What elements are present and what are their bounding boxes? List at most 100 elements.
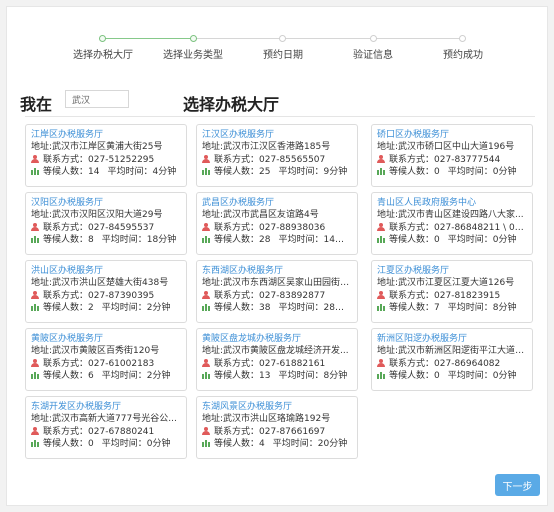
hall-name[interactable]: 汉阳区办税服务厅 bbox=[31, 197, 181, 209]
step-2-indicator bbox=[190, 35, 197, 42]
hall-avg: 0分钟 bbox=[492, 235, 517, 245]
hall-name[interactable]: 武昌区办税服务厅 bbox=[202, 197, 352, 209]
address-label: 地址: bbox=[202, 346, 224, 356]
hall-name[interactable]: 江岸区办税服务厅 bbox=[31, 129, 181, 141]
hall-card[interactable]: 黄陂区盘龙城办税服务厅 地址:武汉市黄陂区盘龙城经济开发... 联系方式：027… bbox=[196, 328, 358, 391]
hall-contact: 联系方式：027-86964082 bbox=[377, 358, 527, 371]
hall-waiting: 0 bbox=[434, 167, 440, 177]
hall-card[interactable]: 江岸区办税服务厅 地址:武汉市江岸区黄浦大街25号 联系方式：027-51252… bbox=[25, 124, 187, 187]
hall-avg-label: 平均时间： bbox=[101, 235, 147, 245]
address-label: 地址: bbox=[31, 210, 53, 220]
hall-waiting-label: 等候人数： bbox=[43, 167, 89, 177]
hall-waiting-label: 等候人数： bbox=[389, 167, 435, 177]
hall-phone: 027-86848211 \ 02... bbox=[434, 222, 527, 233]
hall-address: 地址:武汉市洪山区珞瑜路192号 bbox=[202, 413, 352, 426]
hall-avg-label: 平均时间： bbox=[101, 303, 147, 313]
hall-address: 地址:武汉市黄陂区百秀街120号 bbox=[31, 345, 181, 358]
hall-avg: 8分钟 bbox=[323, 371, 348, 381]
hall-contact-label: 联系方式： bbox=[43, 426, 89, 437]
hall-address: 地址:武汉市青山区建设四路八大家... bbox=[377, 209, 527, 222]
hall-phone: 027-83892877 bbox=[259, 290, 326, 301]
hall-name[interactable]: 黄陂区办税服务厅 bbox=[31, 333, 181, 345]
hall-avg-label: 平均时间： bbox=[278, 235, 324, 245]
hall-queue: 等候人数：38 平均时间：28分... bbox=[202, 302, 352, 315]
hall-waiting: 0 bbox=[434, 371, 440, 381]
hall-card[interactable]: 江汉区办税服务厅 地址:武汉市江汉区香港路185号 联系方式：027-85565… bbox=[196, 124, 358, 187]
hall-avg: 2分钟 bbox=[146, 303, 171, 313]
hall-contact: 联系方式：027-85565507 bbox=[202, 154, 352, 167]
hall-name[interactable]: 硚口区办税服务厅 bbox=[377, 129, 527, 141]
hall-address: 地址:武汉市江汉区香港路185号 bbox=[202, 141, 352, 154]
queue-icon bbox=[202, 371, 211, 379]
hall-name[interactable]: 洪山区办税服务厅 bbox=[31, 265, 181, 277]
hall-card[interactable]: 汉阳区办税服务厅 地址:武汉市汉阳区汉阳大道29号 联系方式：027-84595… bbox=[25, 192, 187, 255]
hall-name[interactable]: 东湖开发区办税服务厅 bbox=[31, 401, 181, 413]
hall-queue: 等候人数：28 平均时间：14分... bbox=[202, 234, 352, 247]
hall-card[interactable]: 江夏区办税服务厅 地址:武汉市江夏区江夏大道126号 联系方式：027-8182… bbox=[371, 260, 533, 323]
hall-name[interactable]: 新洲区阳逻办税服务厅 bbox=[377, 333, 527, 345]
hall-contact: 联系方式：027-86848211 \ 02... bbox=[377, 222, 527, 235]
hall-addr: 武汉市江夏区江夏大道126号 bbox=[398, 278, 515, 288]
hall-card[interactable]: 东西湖区办税服务厅 地址:武汉市东西湖区吴家山田园街1... 联系方式：027-… bbox=[196, 260, 358, 323]
address-label: 地址: bbox=[377, 210, 399, 220]
step-4-indicator bbox=[370, 35, 377, 42]
hall-queue: 等候人数：0 平均时间：0分钟 bbox=[31, 438, 181, 451]
hall-card[interactable]: 硚口区办税服务厅 地址:武汉市硚口区中山大道196号 联系方式：027-8377… bbox=[371, 124, 533, 187]
step-5-indicator bbox=[459, 35, 466, 42]
hall-name[interactable]: 江夏区办税服务厅 bbox=[377, 265, 527, 277]
hall-name[interactable]: 黄陂区盘龙城办税服务厅 bbox=[202, 333, 352, 345]
location-input[interactable] bbox=[65, 90, 129, 108]
address-label: 地址: bbox=[377, 142, 399, 152]
hall-card[interactable]: 黄陂区办税服务厅 地址:武汉市黄陂区百秀街120号 联系方式：027-61002… bbox=[25, 328, 187, 391]
hall-address: 地址:武汉市硚口区中山大道196号 bbox=[377, 141, 527, 154]
hall-queue: 等候人数：14 平均时间：4分钟 bbox=[31, 166, 181, 179]
hall-avg-label: 平均时间： bbox=[101, 439, 147, 449]
hall-card[interactable]: 新洲区阳逻办税服务厅 地址:武汉市新洲区阳逻街平江大道8... 联系方式：027… bbox=[371, 328, 533, 391]
hall-avg-label: 平均时间： bbox=[278, 167, 324, 177]
hall-queue: 等候人数：8 平均时间：18分钟 bbox=[31, 234, 181, 247]
hall-card[interactable]: 青山区人民政府服务中心 地址:武汉市青山区建设四路八大家... 联系方式：027… bbox=[371, 192, 533, 255]
hall-contact: 联系方式：027-83777544 bbox=[377, 154, 527, 167]
hall-contact: 联系方式：027-61882161 bbox=[202, 358, 352, 371]
hall-phone: 027-51252295 bbox=[88, 154, 155, 165]
hall-card[interactable]: 洪山区办税服务厅 地址:武汉市洪山区楚雄大街438号 联系方式：027-8739… bbox=[25, 260, 187, 323]
address-label: 地址: bbox=[202, 278, 224, 288]
queue-icon bbox=[202, 167, 211, 175]
hall-avg-label: 平均时间： bbox=[107, 167, 153, 177]
hall-addr: 武汉市高新大道777号光谷公... bbox=[52, 414, 177, 424]
hall-avg: 18分钟 bbox=[146, 235, 177, 245]
step-1-label: 选择办税大厅 bbox=[73, 50, 133, 61]
hall-card[interactable]: 武昌区办税服务厅 地址:武汉市武昌区友谊路4号 联系方式：027-8893803… bbox=[196, 192, 358, 255]
hall-waiting: 25 bbox=[259, 167, 271, 177]
queue-icon bbox=[31, 439, 40, 447]
hall-contact-label: 联系方式： bbox=[214, 154, 260, 165]
hall-contact-label: 联系方式： bbox=[389, 290, 435, 301]
hall-avg: 0分钟 bbox=[492, 371, 517, 381]
page-title: 选择办税大厅 bbox=[183, 95, 280, 114]
hall-addr: 武汉市硚口区中山大道196号 bbox=[398, 142, 515, 152]
hall-name[interactable]: 江汉区办税服务厅 bbox=[202, 129, 352, 141]
hall-queue: 等候人数：0 平均时间：0分钟 bbox=[377, 234, 527, 247]
hall-phone: 027-87390395 bbox=[88, 290, 155, 301]
person-icon bbox=[377, 154, 386, 163]
hall-card[interactable]: 东湖风景区办税服务厅 地址:武汉市洪山区珞瑜路192号 联系方式：027-876… bbox=[196, 396, 358, 459]
hall-queue: 等候人数：7 平均时间：8分钟 bbox=[377, 302, 527, 315]
hall-avg: 8分钟 bbox=[492, 303, 517, 313]
hall-contact: 联系方式：027-84595537 bbox=[31, 222, 181, 235]
booking-panel: 选择办税大厅 选择业务类型 预约日期 验证信息 预约成功 我在 选择办税大厅 江… bbox=[6, 6, 548, 506]
queue-icon bbox=[31, 167, 40, 175]
hall-waiting-label: 等候人数： bbox=[214, 303, 260, 313]
hall-name[interactable]: 东西湖区办税服务厅 bbox=[202, 265, 352, 277]
next-step-button[interactable]: 下一步 bbox=[495, 474, 540, 496]
hall-addr: 武汉市汉阳区汉阳大道29号 bbox=[52, 210, 163, 220]
hall-name[interactable]: 青山区人民政府服务中心 bbox=[377, 197, 527, 209]
hall-name[interactable]: 东湖风景区办税服务厅 bbox=[202, 401, 352, 413]
hall-addr: 武汉市青山区建设四路八大家... bbox=[398, 210, 524, 220]
hall-contact: 联系方式：027-87390395 bbox=[31, 290, 181, 303]
queue-icon bbox=[202, 439, 211, 447]
hall-card[interactable]: 东湖开发区办税服务厅 地址:武汉市高新大道777号光谷公... 联系方式：027… bbox=[25, 396, 187, 459]
hall-waiting: 0 bbox=[434, 235, 440, 245]
hall-phone: 027-88938036 bbox=[259, 222, 326, 233]
hall-addr: 武汉市黄陂区盘龙城经济开发... bbox=[223, 346, 349, 356]
hall-addr: 武汉市洪山区楚雄大街438号 bbox=[52, 278, 169, 288]
